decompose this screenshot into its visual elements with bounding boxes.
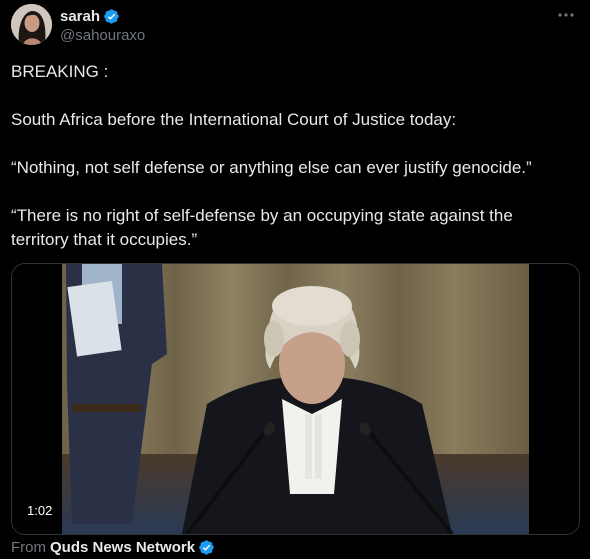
tweet-paragraph: BREAKING : [11,62,109,81]
attribution-source-link[interactable]: Quds News Network [50,539,195,556]
more-options-button[interactable] [556,5,576,25]
author-display-name[interactable]: sarah [60,8,100,25]
video-player[interactable]: 1:02 [11,263,580,535]
author-avatar[interactable] [11,4,52,45]
tweet-paragraph: “There is no right of self-defense by an… [11,206,513,249]
tweet-paragraph: South Africa before the International Co… [11,110,457,129]
tweet-paragraph: “Nothing, not self defense or anything e… [11,158,532,177]
more-options-icon [558,13,574,17]
video-duration: 1:02 [22,501,58,520]
verified-badge-icon [103,8,120,25]
attribution-label: From [11,538,46,556]
verified-badge-icon [198,539,215,556]
author-name-row: sarah [60,6,120,26]
video-thumbnail [12,264,579,534]
video-attribution: From Quds News Network [11,537,215,557]
tweet-text: BREAKING : South Africa before the Inter… [11,60,571,252]
avatar-image [11,4,52,45]
author-handle[interactable]: @sahouraxo [60,27,145,44]
tweet: sarah @sahouraxo BREAKING : South Africa… [0,0,590,559]
